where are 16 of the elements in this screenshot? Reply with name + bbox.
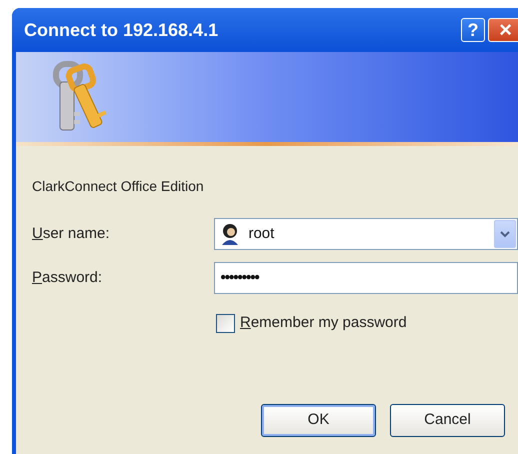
realm-text: ClarkConnect Office Edition	[32, 177, 205, 196]
close-button[interactable]: ×	[488, 18, 518, 42]
help-button[interactable]: ?	[461, 18, 485, 42]
user-name-combo[interactable]: root	[214, 218, 518, 250]
dropdown-button[interactable]	[494, 220, 516, 248]
remember-label: Remember my password	[240, 313, 407, 333]
user-name-value: root	[248, 224, 276, 244]
field-label: User name:	[32, 224, 111, 244]
chevron-down-icon	[500, 230, 510, 238]
remember-checkbox[interactable]	[216, 314, 235, 333]
user-icon	[220, 223, 240, 245]
window-title: Connect to 192.168.4.1	[24, 18, 220, 42]
field-label: Password:	[32, 268, 104, 288]
cancel-button[interactable]: Cancel	[390, 404, 505, 437]
password-field[interactable]: •••••••••	[214, 262, 518, 294]
ok-button[interactable]: OK	[261, 404, 376, 437]
